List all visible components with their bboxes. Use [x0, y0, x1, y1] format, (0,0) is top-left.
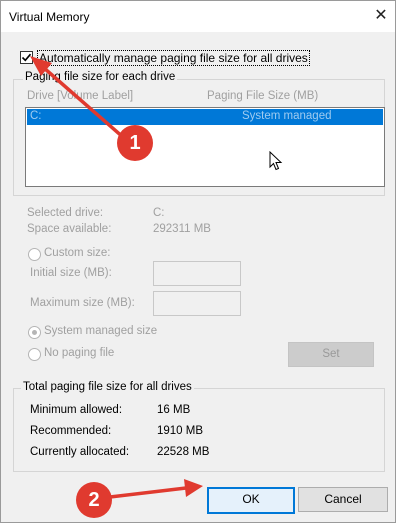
annotation-marker-2: 2	[76, 482, 112, 518]
arrow-1	[30, 56, 126, 140]
annotation-marker-1: 1	[117, 125, 153, 161]
annotation-arrows	[30, 56, 203, 499]
arrow-2	[109, 479, 203, 499]
